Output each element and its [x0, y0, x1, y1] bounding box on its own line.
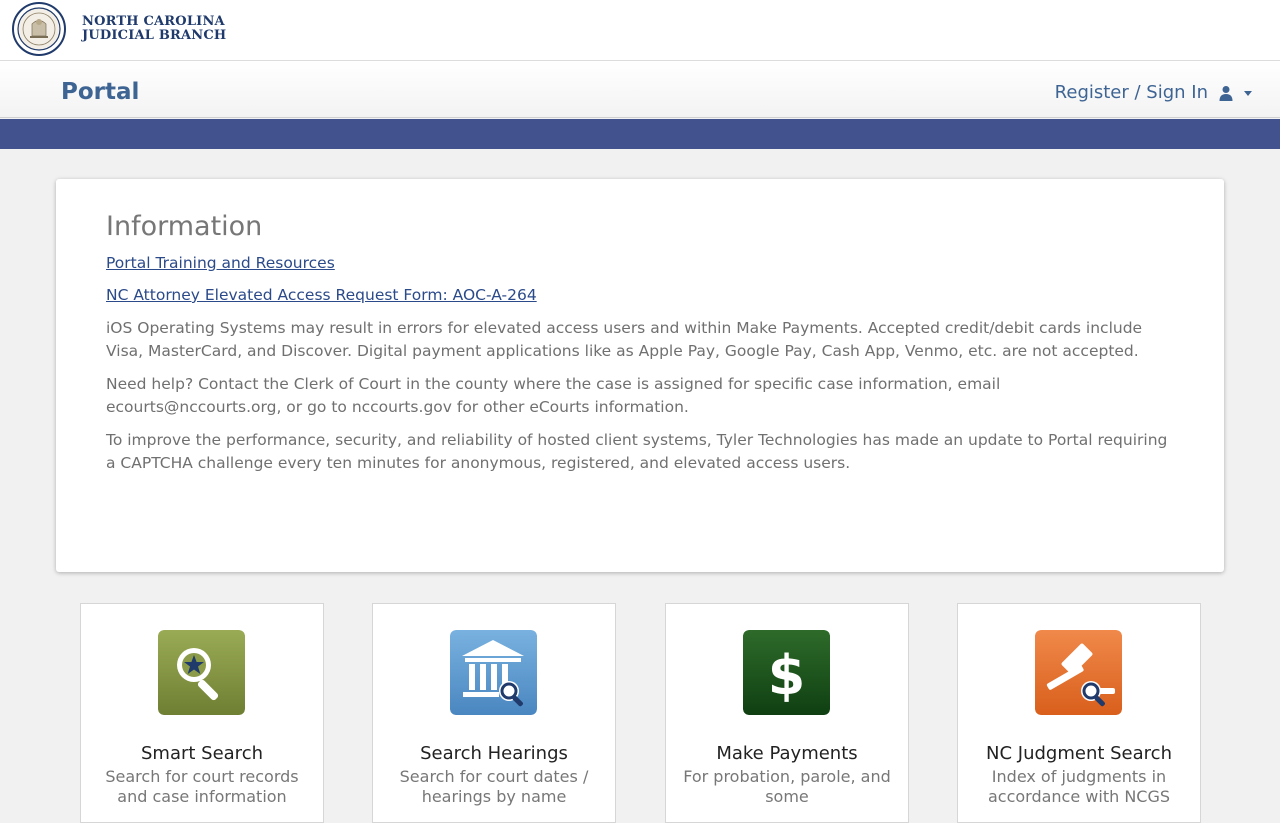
accent-band	[0, 119, 1280, 149]
tile-smart-search[interactable]: Smart Search Search for court records an…	[80, 603, 324, 823]
tile-title: NC Judgment Search	[986, 743, 1172, 764]
navbar: Portal Register / Sign In	[0, 60, 1280, 118]
portal-tiles: Smart Search Search for court records an…	[0, 603, 1280, 823]
portal-training-link[interactable]: Portal Training and Resources	[106, 253, 1174, 273]
tile-description: For probation, parole, and some	[683, 767, 891, 806]
tile-nc-judgment-search[interactable]: NC Judgment Search Index of judgments in…	[957, 603, 1201, 823]
brand-line-2: JUDICIAL BRANCH	[82, 28, 227, 43]
courthouse-search-icon	[450, 630, 537, 715]
chevron-down-icon	[1244, 90, 1252, 96]
info-paragraph-help: Need help? Contact the Clerk of Court in…	[106, 375, 1001, 416]
gavel-search-icon	[1035, 630, 1122, 715]
attorney-access-form-link[interactable]: NC Attorney Elevated Access Request Form…	[106, 285, 1174, 305]
brand-line-1: NORTH CAROLINA	[82, 14, 225, 29]
tile-title: Smart Search	[140, 743, 263, 764]
brand-name[interactable]: NORTH CAROLINA JUDICIAL BRANCH	[82, 15, 226, 43]
tile-title: Make Payments	[716, 743, 858, 764]
tile-make-payments[interactable]: $ Make Payments For probation, parole, a…	[665, 603, 909, 823]
portal-title[interactable]: Portal	[61, 79, 139, 105]
nc-judicial-seal-icon[interactable]	[12, 2, 66, 56]
info-paragraph-ios: iOS Operating Systems may result in erro…	[106, 319, 1143, 360]
brand-header: NORTH CAROLINA JUDICIAL BRANCH	[0, 0, 1280, 60]
dollar-icon: $	[743, 630, 830, 715]
svg-text:$: $	[768, 644, 806, 707]
tile-description: Search for court records and case inform…	[105, 767, 299, 806]
information-heading: Information	[106, 211, 263, 242]
tile-title: Search Hearings	[420, 743, 568, 764]
tile-description: Index of judgments in accordance with NC…	[987, 767, 1171, 806]
information-panel: Information Portal Training and Resource…	[56, 179, 1224, 572]
signin-label: Register / Sign In	[1054, 82, 1208, 103]
info-paragraph-captcha: To improve the performance, security, an…	[106, 431, 1168, 472]
tile-description: Search for court dates / hearings by nam…	[399, 767, 589, 806]
tile-search-hearings[interactable]: Search Hearings Search for court dates /…	[372, 603, 616, 823]
magnifier-star-icon	[158, 630, 245, 715]
user-icon	[1219, 86, 1233, 101]
register-signin-menu[interactable]: Register / Sign In	[1055, 82, 1252, 104]
